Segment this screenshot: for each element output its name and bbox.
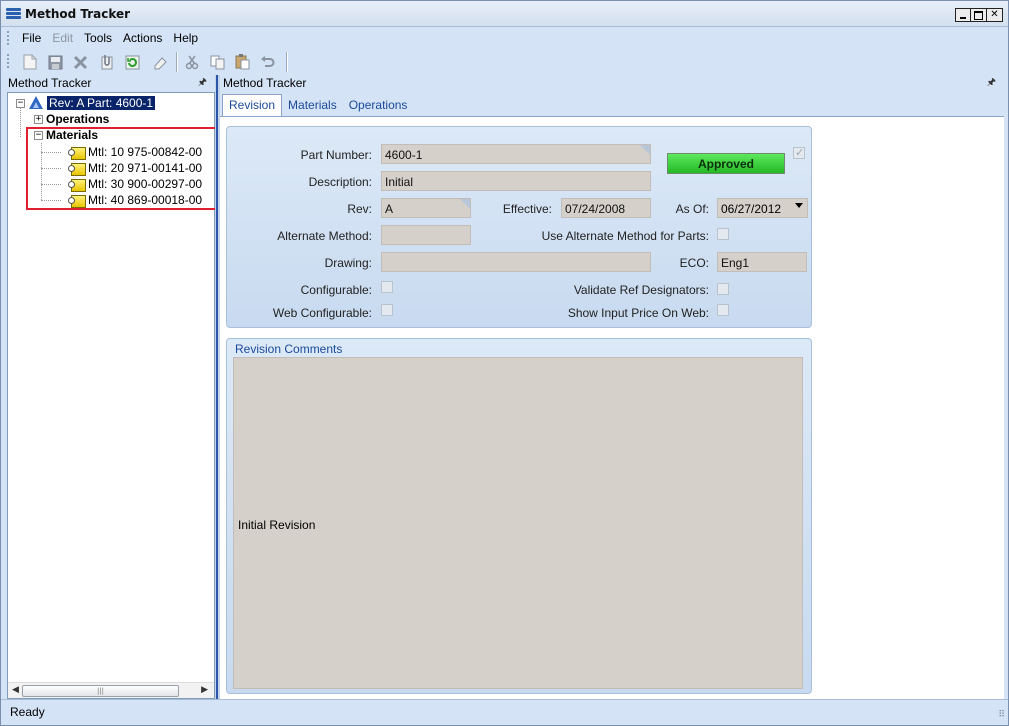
approved-checkbox[interactable] [793, 146, 805, 159]
use-alternate-method-label: Use Alternate Method for Parts: [541, 229, 709, 243]
revision-comments-textarea[interactable]: Initial Revision [233, 357, 803, 689]
validate-ref-designators-checkbox[interactable] [717, 283, 729, 295]
tree-horizontal-scrollbar[interactable]: ◀ ||| ▶ [8, 682, 214, 698]
left-panel-header: Method Tracker 🖈 [1, 75, 215, 91]
configurable-label: Configurable: [300, 283, 372, 297]
attach-icon[interactable] [98, 53, 116, 71]
menu-actions[interactable]: Actions [118, 31, 168, 45]
tab-operations[interactable]: Operations [343, 94, 414, 116]
chevron-down-icon[interactable] [795, 203, 803, 208]
resize-grip-icon[interactable]: ⠿ [998, 710, 1005, 720]
eco-label: ECO: [679, 256, 709, 270]
menu-grip-icon[interactable] [7, 31, 9, 45]
description-label: Description: [308, 175, 372, 189]
toolbar [1, 48, 1008, 75]
use-alternate-method-checkbox[interactable] [717, 228, 729, 240]
effective-label: Effective: [502, 202, 552, 216]
close-button[interactable] [987, 8, 1003, 22]
tree-node-revision[interactable]: − Rev: A Part: 4600-1 [16, 95, 156, 111]
eco-field[interactable]: Eng1 [717, 252, 807, 272]
toolbar-separator [176, 52, 177, 72]
cut-icon[interactable] [183, 53, 201, 71]
app-window: Method Tracker File Edit Tools Actions H… [0, 0, 1009, 726]
configurable-checkbox[interactable] [381, 281, 393, 293]
app-icon [6, 8, 21, 20]
left-panel-title: Method Tracker [8, 76, 92, 90]
menu-bar: File Edit Tools Actions Help [1, 28, 1008, 48]
as-of-label: As Of: [675, 202, 709, 216]
revision-comments-title: Revision Comments [235, 342, 343, 356]
menu-edit[interactable]: Edit [47, 31, 79, 45]
new-icon[interactable] [21, 53, 39, 71]
delete-icon[interactable] [71, 53, 89, 71]
menu-tools[interactable]: Tools [79, 31, 118, 45]
right-panel-title: Method Tracker [223, 76, 307, 90]
save-icon[interactable] [46, 53, 64, 71]
part-number-field[interactable]: 4600-1 [381, 144, 651, 164]
title-bar[interactable]: Method Tracker [1, 1, 1008, 27]
pin-icon[interactable]: 🖈 [987, 75, 996, 92]
revision-comments-group: Revision Comments Initial Revision [226, 338, 812, 694]
alternate-method-field[interactable] [381, 225, 471, 245]
tree-node-operations[interactable]: + Operations [34, 111, 109, 127]
drawing-field[interactable] [381, 252, 651, 272]
drawing-label: Drawing: [324, 256, 372, 270]
toolbar-separator [286, 52, 287, 72]
show-input-price-label: Show Input Price On Web: [567, 306, 709, 320]
collapse-icon[interactable]: − [16, 98, 25, 108]
validate-ref-designators-label: Validate Ref Designators: [573, 283, 709, 297]
as-of-date-dropdown[interactable]: 06/27/2012 [717, 198, 808, 218]
maximize-button[interactable] [971, 8, 987, 22]
effective-date-field[interactable]: 07/24/2008 [561, 198, 651, 218]
as-of-date-value: 06/27/2012 [721, 202, 782, 216]
revision-content: Part Number: 4600-1 Approved Description… [220, 116, 1004, 699]
revision-details-group: Part Number: 4600-1 Approved Description… [226, 126, 812, 328]
pin-icon[interactable]: 🖈 [198, 75, 207, 92]
expand-icon[interactable]: + [34, 114, 43, 124]
menu-file[interactable]: File [17, 31, 47, 45]
undo-icon[interactable] [258, 53, 276, 71]
tab-strip: Revision Materials Operations [222, 94, 414, 117]
tab-revision[interactable]: Revision [222, 94, 283, 117]
paste-icon[interactable] [233, 53, 251, 71]
right-panel-header: Method Tracker 🖈 [220, 75, 1004, 91]
revision-icon [28, 96, 44, 110]
alternate-method-label: Alternate Method: [277, 229, 372, 243]
description-field[interactable]: Initial [381, 171, 651, 191]
clear-icon[interactable] [151, 53, 169, 71]
refresh-icon[interactable] [123, 53, 141, 71]
show-input-price-checkbox[interactable] [717, 304, 729, 316]
scroll-right-icon[interactable]: ▶ [201, 685, 208, 695]
window-title: Method Tracker [25, 7, 131, 21]
rev-label: Rev: [347, 202, 372, 216]
tab-materials[interactable]: Materials [282, 94, 343, 116]
tree-node-operations-label[interactable]: Operations [46, 112, 109, 126]
menu-help[interactable]: Help [168, 31, 204, 45]
status-text: Ready [10, 705, 45, 719]
status-bar: Ready ⠿ [1, 699, 1008, 725]
copy-icon[interactable] [208, 53, 226, 71]
scroll-thumb[interactable]: ||| [22, 685, 179, 697]
web-configurable-checkbox[interactable] [381, 304, 393, 316]
tree-node-revision-label[interactable]: Rev: A Part: 4600-1 [47, 96, 156, 110]
web-configurable-label: Web Configurable: [272, 306, 372, 320]
part-number-label: Part Number: [300, 148, 372, 162]
materials-highlight-box [26, 127, 217, 210]
scroll-left-icon[interactable]: ◀ [12, 685, 19, 695]
minimize-button[interactable] [955, 8, 971, 22]
rev-field[interactable]: A [381, 198, 471, 218]
approved-status-button[interactable]: Approved [667, 153, 785, 174]
toolbar-grip-icon[interactable] [7, 54, 9, 68]
